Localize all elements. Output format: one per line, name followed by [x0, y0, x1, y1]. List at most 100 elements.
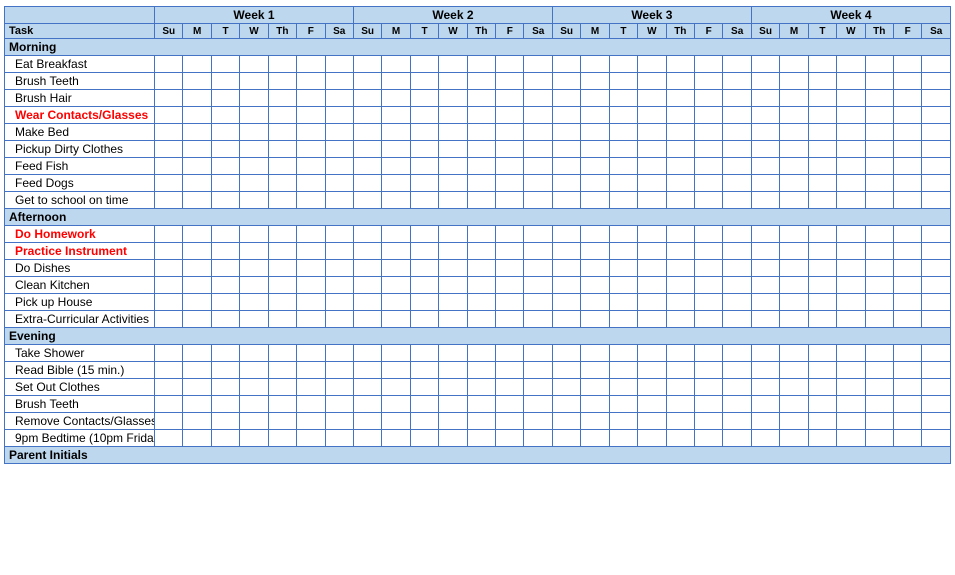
day-cell[interactable]: [268, 226, 296, 243]
day-cell[interactable]: [410, 413, 438, 430]
day-cell[interactable]: [695, 260, 723, 277]
day-cell[interactable]: [382, 243, 410, 260]
day-cell[interactable]: [893, 90, 921, 107]
day-cell[interactable]: [780, 362, 808, 379]
day-cell[interactable]: [837, 192, 865, 209]
day-cell[interactable]: [609, 277, 637, 294]
day-cell[interactable]: [297, 141, 325, 158]
day-cell[interactable]: [666, 379, 694, 396]
day-cell[interactable]: [837, 311, 865, 328]
day-cell[interactable]: [666, 243, 694, 260]
day-cell[interactable]: [496, 277, 524, 294]
day-cell[interactable]: [183, 277, 211, 294]
day-cell[interactable]: [524, 379, 552, 396]
day-cell[interactable]: [240, 141, 268, 158]
day-cell[interactable]: [581, 396, 609, 413]
day-cell[interactable]: [638, 158, 666, 175]
day-cell[interactable]: [751, 124, 779, 141]
day-cell[interactable]: [325, 311, 353, 328]
day-cell[interactable]: [467, 362, 495, 379]
day-cell[interactable]: [240, 243, 268, 260]
day-cell[interactable]: [325, 345, 353, 362]
day-cell[interactable]: [382, 379, 410, 396]
day-cell[interactable]: [240, 158, 268, 175]
day-cell[interactable]: [581, 73, 609, 90]
day-cell[interactable]: [439, 379, 467, 396]
day-cell[interactable]: [695, 277, 723, 294]
day-cell[interactable]: [439, 158, 467, 175]
day-cell[interactable]: [552, 311, 580, 328]
day-cell[interactable]: [382, 362, 410, 379]
day-cell[interactable]: [297, 379, 325, 396]
day-cell[interactable]: [524, 396, 552, 413]
day-cell[interactable]: [666, 124, 694, 141]
day-cell[interactable]: [410, 345, 438, 362]
day-cell[interactable]: [382, 430, 410, 447]
day-cell[interactable]: [780, 158, 808, 175]
day-cell[interactable]: [297, 192, 325, 209]
day-cell[interactable]: [609, 430, 637, 447]
day-cell[interactable]: [467, 226, 495, 243]
day-cell[interactable]: [240, 73, 268, 90]
day-cell[interactable]: [922, 260, 951, 277]
day-cell[interactable]: [268, 124, 296, 141]
day-cell[interactable]: [467, 413, 495, 430]
day-cell[interactable]: [297, 413, 325, 430]
day-cell[interactable]: [581, 362, 609, 379]
day-cell[interactable]: [609, 396, 637, 413]
day-cell[interactable]: [467, 294, 495, 311]
day-cell[interactable]: [552, 192, 580, 209]
day-cell[interactable]: [524, 124, 552, 141]
day-cell[interactable]: [410, 260, 438, 277]
day-cell[interactable]: [808, 175, 836, 192]
day-cell[interactable]: [467, 56, 495, 73]
day-cell[interactable]: [183, 158, 211, 175]
day-cell[interactable]: [240, 294, 268, 311]
day-cell[interactable]: [922, 158, 951, 175]
day-cell[interactable]: [211, 260, 239, 277]
day-cell[interactable]: [808, 260, 836, 277]
day-cell[interactable]: [609, 413, 637, 430]
day-cell[interactable]: [467, 90, 495, 107]
day-cell[interactable]: [808, 90, 836, 107]
day-cell[interactable]: [353, 362, 381, 379]
day-cell[interactable]: [581, 158, 609, 175]
day-cell[interactable]: [410, 107, 438, 124]
day-cell[interactable]: [297, 277, 325, 294]
day-cell[interactable]: [808, 294, 836, 311]
day-cell[interactable]: [723, 56, 751, 73]
day-cell[interactable]: [268, 107, 296, 124]
day-cell[interactable]: [808, 243, 836, 260]
day-cell[interactable]: [297, 430, 325, 447]
day-cell[interactable]: [893, 73, 921, 90]
day-cell[interactable]: [439, 345, 467, 362]
day-cell[interactable]: [353, 175, 381, 192]
day-cell[interactable]: [382, 107, 410, 124]
day-cell[interactable]: [751, 226, 779, 243]
day-cell[interactable]: [297, 90, 325, 107]
day-cell[interactable]: [325, 413, 353, 430]
day-cell[interactable]: [695, 379, 723, 396]
day-cell[interactable]: [155, 192, 183, 209]
day-cell[interactable]: [751, 158, 779, 175]
day-cell[interactable]: [382, 277, 410, 294]
day-cell[interactable]: [524, 243, 552, 260]
day-cell[interactable]: [183, 192, 211, 209]
day-cell[interactable]: [325, 175, 353, 192]
day-cell[interactable]: [325, 277, 353, 294]
day-cell[interactable]: [552, 362, 580, 379]
day-cell[interactable]: [211, 294, 239, 311]
day-cell[interactable]: [865, 107, 893, 124]
day-cell[interactable]: [524, 73, 552, 90]
day-cell[interactable]: [638, 413, 666, 430]
day-cell[interactable]: [581, 107, 609, 124]
day-cell[interactable]: [552, 90, 580, 107]
day-cell[interactable]: [922, 379, 951, 396]
day-cell[interactable]: [183, 430, 211, 447]
day-cell[interactable]: [353, 396, 381, 413]
day-cell[interactable]: [666, 362, 694, 379]
day-cell[interactable]: [922, 243, 951, 260]
day-cell[interactable]: [893, 396, 921, 413]
day-cell[interactable]: [353, 430, 381, 447]
day-cell[interactable]: [155, 277, 183, 294]
